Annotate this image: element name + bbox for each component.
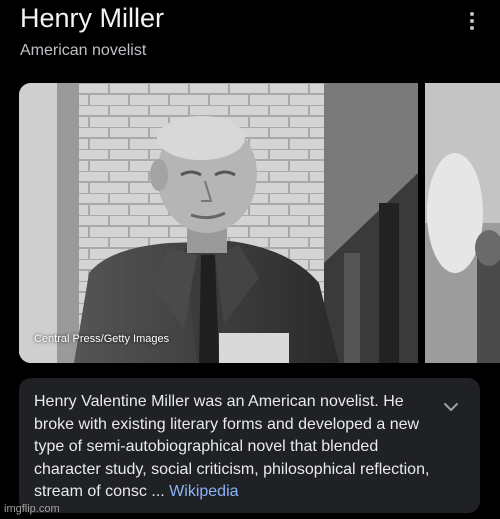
menu-dot bbox=[470, 12, 474, 16]
image-gallery[interactable]: Central Press/Getty Images bbox=[19, 83, 500, 363]
entity-title: Henry Miller bbox=[20, 3, 165, 33]
main-photo[interactable]: Central Press/Getty Images bbox=[19, 83, 418, 363]
portrait-image bbox=[19, 83, 418, 363]
more-vert-icon[interactable] bbox=[460, 9, 484, 33]
description-ellipsis: ... bbox=[146, 483, 170, 500]
wikipedia-link[interactable]: Wikipedia bbox=[169, 483, 238, 500]
image-credit: Central Press/Getty Images bbox=[34, 333, 170, 345]
knowledge-panel-header: Henry Miller American novelist bbox=[0, 0, 500, 80]
entity-subtitle: American novelist bbox=[20, 42, 147, 59]
chevron-down-icon[interactable] bbox=[442, 398, 460, 416]
description-text: Henry Valentine Miller was an American n… bbox=[34, 391, 436, 504]
menu-dot bbox=[470, 19, 474, 23]
watermark: imgflip.com bbox=[4, 503, 60, 515]
description-card: Henry Valentine Miller was an American n… bbox=[19, 378, 480, 513]
secondary-photo[interactable] bbox=[425, 83, 500, 363]
secondary-image bbox=[425, 83, 500, 363]
menu-dot bbox=[470, 26, 474, 30]
